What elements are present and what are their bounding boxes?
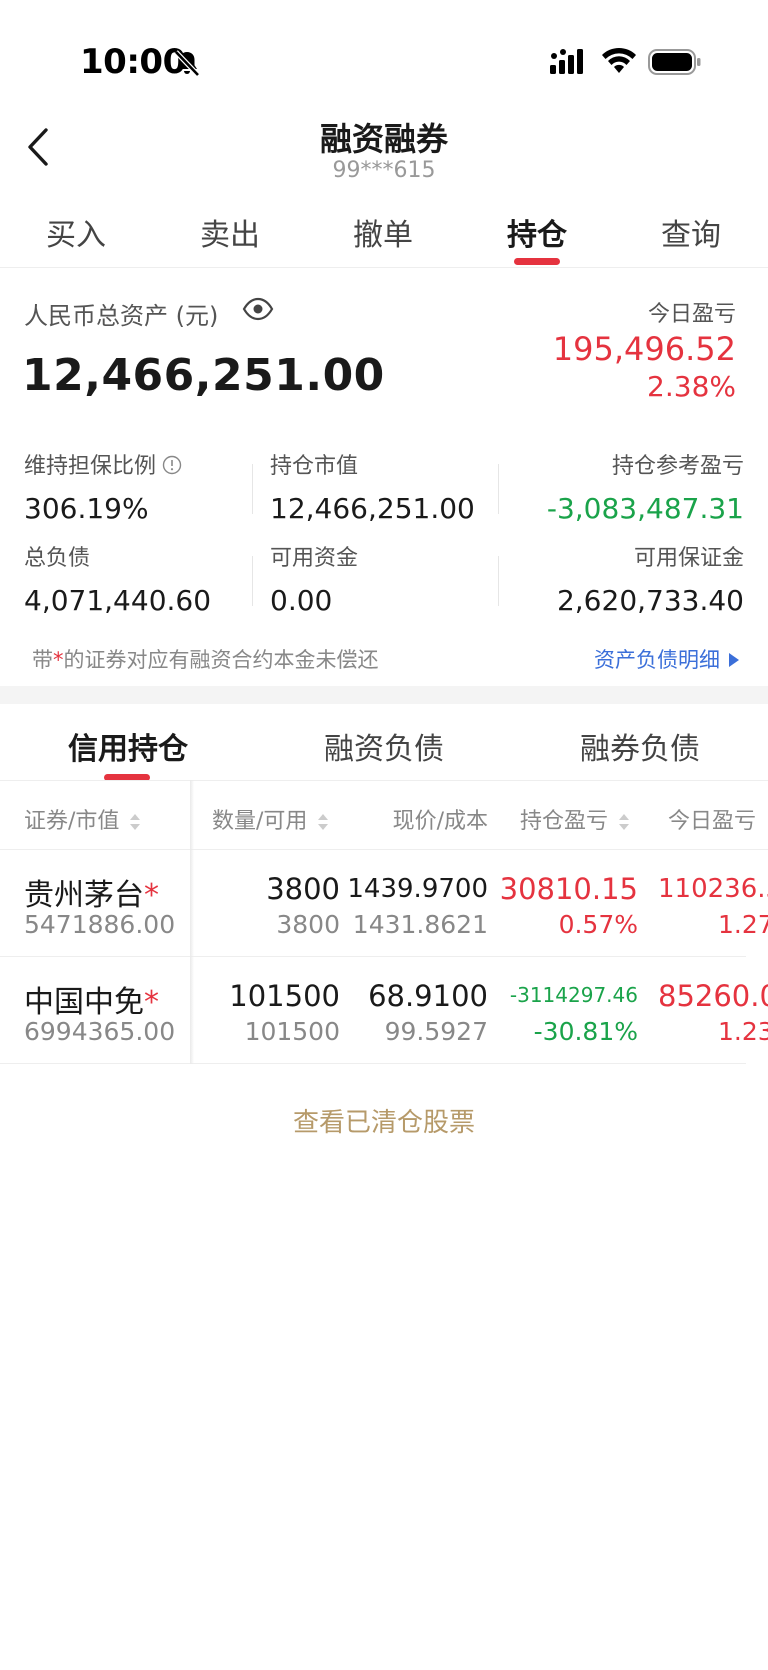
cost-price: 99.5927 — [384, 1017, 488, 1046]
stat-position-market-value: 持仓市值 12,466,251.00 — [270, 448, 475, 525]
current-price: 68.9100 — [368, 979, 488, 1013]
quantity: 3800 — [266, 872, 340, 906]
divider — [252, 464, 253, 514]
asset-liability-detail-link[interactable]: 资产负债明细 — [594, 644, 740, 674]
view-cleared-stocks-link[interactable]: 查看已清仓股票 — [0, 1102, 768, 1139]
stat-total-liabilities: 总负债 4,071,440.60 — [24, 540, 211, 617]
market-value: 6994365.00 — [24, 1017, 176, 1046]
bell-muted-icon — [174, 50, 200, 77]
financing-footnote: 带*的证券对应有融资合约本金未偿还 — [32, 648, 379, 672]
tab-cancel-order[interactable]: 撤单 — [323, 210, 443, 254]
caret-right-icon — [729, 653, 739, 667]
positions-table-header: 证券/市值 数量/可用 现价/成本 持仓盈亏 今日盈亏 — [0, 780, 768, 850]
stat-value: -3,083,487.31 — [546, 492, 744, 525]
stat-label: 可用保证金 — [633, 546, 744, 571]
col-header-price-cost: 现价/成本 — [392, 809, 488, 834]
table-row[interactable]: 贵州茅台* 5471886.00 3800 3800 1439.9700 143… — [0, 850, 768, 957]
tab-query[interactable]: 查询 — [631, 210, 751, 254]
status-time: 10:00 — [80, 42, 186, 82]
info-icon[interactable] — [162, 455, 182, 475]
today-pnl-value: 195,496.52 — [552, 330, 736, 368]
col-header-position-pnl[interactable]: 持仓盈亏 — [520, 803, 630, 835]
market-value: 5471886.00 — [24, 910, 176, 939]
today-pnl: 85260.0 — [658, 979, 768, 1013]
security-name: 中国中免* — [24, 985, 159, 1020]
status-bar: 10:00 — [0, 0, 768, 110]
stat-value: 0.00 — [270, 584, 333, 617]
today-pnl-percent: 1.23 — [718, 1017, 768, 1046]
tab-buy[interactable]: 买入 — [16, 210, 136, 254]
total-asset-value: 12,466,251.00 — [22, 350, 385, 401]
stat-value: 4,071,440.60 — [24, 584, 212, 617]
col-header-security[interactable]: 证券/市值 — [24, 803, 141, 835]
battery-icon — [648, 49, 701, 75]
divider — [498, 556, 499, 606]
stat-label: 持仓参考盈亏 — [611, 454, 744, 479]
account-number: 99***615 — [332, 158, 436, 183]
active-tab-indicator — [514, 258, 560, 265]
divider — [252, 556, 253, 606]
section-divider — [0, 686, 768, 704]
cost-price: 1431.8621 — [352, 910, 488, 939]
eye-icon[interactable] — [242, 296, 274, 322]
tab-credit-positions[interactable]: 信用持仓 — [38, 724, 218, 768]
stat-available-funds: 可用资金 0.00 — [270, 540, 358, 617]
security-name: 贵州茅台* — [24, 878, 159, 913]
stat-label: 可用资金 — [270, 546, 359, 571]
stat-available-margin: 可用保证金 2,620,733.40 — [557, 540, 744, 617]
today-pnl-percent: 1.27 — [718, 910, 768, 939]
sort-icon — [619, 814, 630, 830]
sort-icon — [130, 814, 141, 830]
stat-value: 12,466,251.00 — [270, 492, 475, 525]
col-header-today-pnl: 今日盈亏 — [668, 809, 757, 834]
frozen-column-shadow — [190, 780, 194, 1064]
total-asset-label: 人民币总资产 (元) — [24, 302, 219, 330]
stat-label: 维持担保比例 — [24, 454, 157, 479]
today-pnl: 110236.5 — [658, 874, 768, 904]
position-pnl-percent: 0.57% — [558, 910, 638, 939]
tab-positions[interactable]: 持仓 — [477, 210, 597, 254]
tab-short-debt[interactable]: 融券负债 — [550, 724, 730, 768]
wifi-icon — [602, 47, 636, 73]
sort-icon — [318, 814, 329, 830]
tab-margin-debt[interactable]: 融资负债 — [294, 724, 474, 768]
table-row[interactable]: 中国中免* 6994365.00 101500 101500 68.9100 9… — [0, 957, 768, 1064]
stat-value: 2,620,733.40 — [556, 584, 744, 617]
stat-value: 306.19% — [24, 492, 149, 525]
page-title: 融资融券 — [319, 120, 448, 158]
available-quantity: 101500 — [244, 1017, 340, 1046]
today-pnl-percent: 2.38% — [647, 370, 736, 403]
stat-position-pnl: 持仓参考盈亏 -3,083,487.31 — [547, 448, 744, 525]
stat-maintenance-ratio: 维持担保比例 306.19% — [24, 448, 182, 525]
tab-sell[interactable]: 卖出 — [170, 210, 290, 254]
quantity: 101500 — [229, 979, 340, 1013]
col-header-quantity[interactable]: 数量/可用 — [212, 803, 329, 835]
position-pnl-percent: -30.81% — [533, 1017, 638, 1046]
today-pnl-label: 今日盈亏 — [647, 302, 736, 327]
main-tab-bar: 买入 卖出 撤单 持仓 查询 — [0, 200, 768, 268]
row-divider — [0, 1063, 746, 1064]
position-pnl: 30810.15 — [499, 872, 638, 906]
stat-label: 总负债 — [24, 546, 91, 571]
signal-icon — [550, 49, 583, 74]
stat-label: 持仓市值 — [270, 454, 359, 479]
divider — [498, 464, 499, 514]
available-quantity: 3800 — [276, 910, 340, 939]
current-price: 1439.9700 — [347, 874, 488, 904]
position-pnl: -3114297.46 — [509, 983, 638, 1007]
